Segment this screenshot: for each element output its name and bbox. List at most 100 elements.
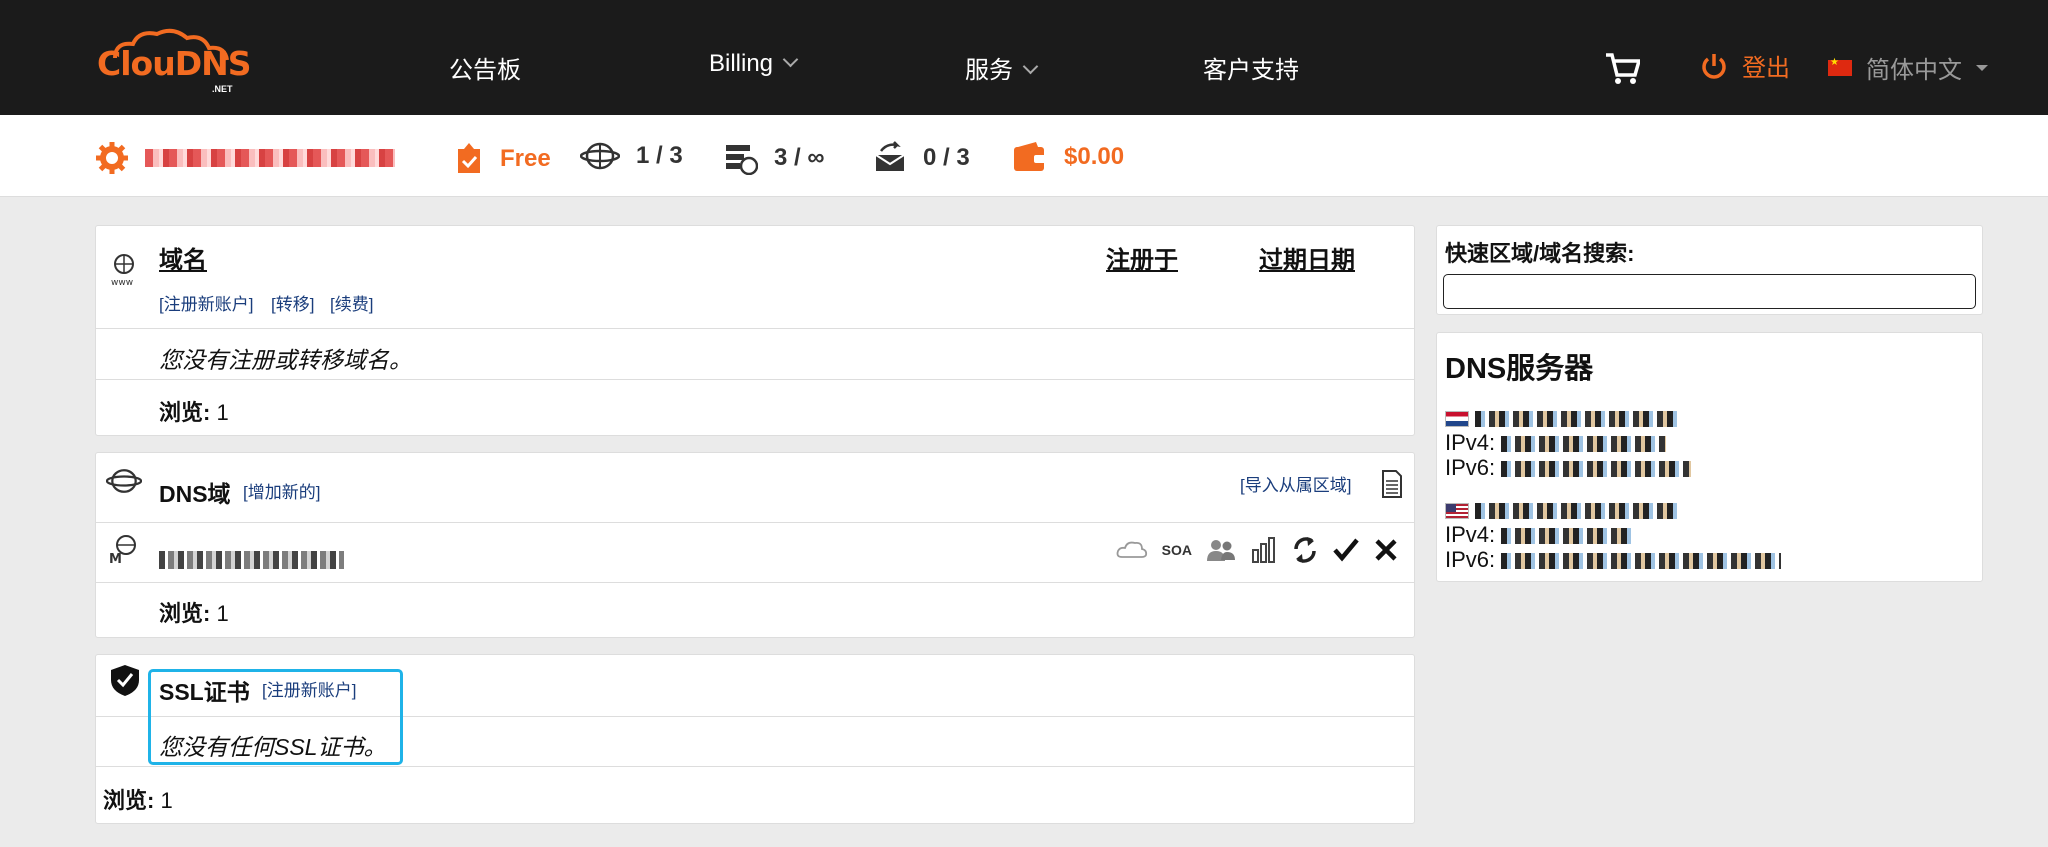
highlight-box <box>148 669 403 765</box>
domains-panel: www 域名 注册于 过期日期 [注册新账户] [转移] [续费] 您没有注册或… <box>95 225 1415 436</box>
logout-button[interactable]: 登出 <box>1700 48 1790 83</box>
registered-column-header[interactable]: 注册于 <box>1106 240 1178 275</box>
bar-chart-icon[interactable] <box>1250 536 1278 564</box>
gear-icon <box>96 142 128 174</box>
records-stat[interactable]: 3 / ∞ <box>724 141 824 175</box>
ipv6-redacted <box>1501 553 1782 570</box>
top-navbar: ClouDNS .NET 公告板 Billing 服务 客户支持 登出 简体中文 <box>0 0 2048 115</box>
transfer-domain-link[interactable]: [转移] <box>271 290 314 315</box>
mail-forwarding-stat[interactable]: 0 / 3 <box>873 141 970 175</box>
account-stats-bar: Free 1 / 3 3 / ∞ 0 / 3 $0.00 <box>0 115 2048 197</box>
netherlands-flag-icon <box>1445 411 1469 428</box>
cloudns-logo[interactable]: ClouDNS .NET <box>95 24 251 96</box>
wallet-icon <box>1014 142 1046 171</box>
browse-label: 浏览: <box>159 601 211 626</box>
ipv4-label: IPv4: <box>1445 522 1496 547</box>
globe-icon <box>580 142 620 170</box>
server-hostname-redacted <box>1475 411 1681 428</box>
nav-support[interactable]: 客户支持 <box>1203 50 1299 85</box>
document-icon[interactable] <box>1381 469 1403 499</box>
globe-icon <box>106 469 142 493</box>
domains-empty-row: 您没有注册或转移域名。 <box>96 329 1414 380</box>
nav-announcements-label: 公告板 <box>449 57 521 84</box>
ipv4-redacted <box>1501 436 1667 453</box>
dns-server-entry: IPv4: IPv6: <box>1445 497 1782 572</box>
logout-label: 登出 <box>1742 55 1790 82</box>
cart-icon[interactable] <box>1604 52 1642 91</box>
zone-name-redacted[interactable] <box>159 551 344 569</box>
browse-value: 1 <box>216 601 229 626</box>
www-globe-icon: www <box>111 254 134 288</box>
power-icon <box>1702 53 1726 79</box>
nav-services[interactable]: 服务 <box>965 50 1039 85</box>
nav-billing-label: Billing <box>709 50 774 77</box>
account-settings[interactable] <box>95 141 395 175</box>
users-icon[interactable] <box>1206 538 1236 562</box>
soa-button[interactable]: SOA <box>1162 542 1192 558</box>
add-zone-link[interactable]: [增加新的] <box>243 478 320 503</box>
master-zone-icon: M <box>109 535 136 565</box>
sync-icon[interactable] <box>1292 535 1318 565</box>
balance-value: $0.00 <box>1064 143 1125 170</box>
dns-zones-header-row: DNS域 [增加新的] [导入从属区域] <box>96 453 1414 523</box>
ipv6-redacted <box>1501 461 1692 478</box>
chevron-down-icon <box>1022 58 1039 75</box>
domains-browse[interactable]: 浏览: 1 <box>159 395 229 427</box>
browse-label: 浏览: <box>103 788 155 813</box>
server-hostname-redacted <box>1475 503 1681 520</box>
browse-value: 1 <box>160 788 173 813</box>
domains-empty-message: 您没有注册或转移域名。 <box>159 347 412 373</box>
dns-server-entry: IPv4: IPv6: <box>1445 405 1692 480</box>
shield-check-icon <box>111 665 139 696</box>
domain-column-header[interactable]: 域名 <box>159 240 207 275</box>
plan-value: Free <box>500 145 551 172</box>
quick-search-input[interactable] <box>1443 274 1976 309</box>
ssl-browse-row: 浏览: 1 <box>96 767 1414 825</box>
ipv6-label: IPv6: <box>1445 455 1496 480</box>
balance-stat[interactable]: $0.00 <box>1012 141 1124 173</box>
nav-billing[interactable]: Billing <box>709 50 799 78</box>
zone-actions: SOA <box>1116 535 1398 565</box>
domains-browse-row: 浏览: 1 <box>96 380 1414 436</box>
server-globe-icon <box>726 145 758 175</box>
check-icon[interactable] <box>1332 537 1360 563</box>
tag-check-icon <box>458 143 480 173</box>
records-value: 3 / ∞ <box>774 144 825 171</box>
mail-value: 0 / 3 <box>923 144 970 171</box>
browse-value: 1 <box>216 400 229 425</box>
browse-label: 浏览: <box>159 400 211 425</box>
language-label: 简体中文 <box>1866 57 1962 84</box>
dns-zones-title: DNS域 <box>159 481 231 507</box>
dns-zones-panel: DNS域 [增加新的] [导入从属区域] M SOA 浏览: 1 <box>95 452 1415 638</box>
expiry-column-header[interactable]: 过期日期 <box>1259 240 1355 275</box>
ipv4-label: IPv4: <box>1445 430 1496 455</box>
dns-zone-row[interactable]: M SOA <box>96 523 1414 583</box>
plan-stat[interactable]: Free <box>454 141 551 177</box>
usa-flag-icon <box>1445 503 1469 520</box>
logo-text: ClouDNS <box>97 44 251 83</box>
svg-text:M: M <box>109 552 122 565</box>
ipv4-redacted <box>1501 528 1632 545</box>
logo-subtext: .NET <box>212 84 233 94</box>
svg-text:www: www <box>111 278 133 288</box>
nav-services-label: 服务 <box>965 57 1013 84</box>
renew-domain-link[interactable]: [续费] <box>330 290 373 315</box>
nav-announcements[interactable]: 公告板 <box>449 50 521 85</box>
dns-servers-panel: DNS服务器 IPv4: IPv6: IPv4: IPv6: <box>1436 332 1983 582</box>
import-slave-zone-link[interactable]: [导入从属区域] <box>1240 471 1351 496</box>
dns-zones-browse[interactable]: 浏览: 1 <box>159 596 229 628</box>
language-selector[interactable]: 简体中文 <box>1828 50 1988 85</box>
register-domain-link[interactable]: [注册新账户] <box>159 290 253 315</box>
caret-down-icon <box>1976 64 1988 71</box>
chevron-down-icon <box>782 51 799 68</box>
mail-forward-icon <box>875 141 905 171</box>
china-flag-icon <box>1828 57 1852 76</box>
account-email-redacted <box>145 149 395 167</box>
dns-zones-browse-row: 浏览: 1 <box>96 583 1414 639</box>
close-icon[interactable] <box>1374 538 1398 562</box>
cloud-icon[interactable] <box>1116 539 1148 561</box>
zones-stat[interactable]: 1 / 3 <box>580 141 683 171</box>
ssl-browse[interactable]: 浏览: 1 <box>103 783 173 815</box>
zones-value: 1 / 3 <box>636 142 683 169</box>
dns-servers-title: DNS服务器 <box>1445 353 1594 385</box>
